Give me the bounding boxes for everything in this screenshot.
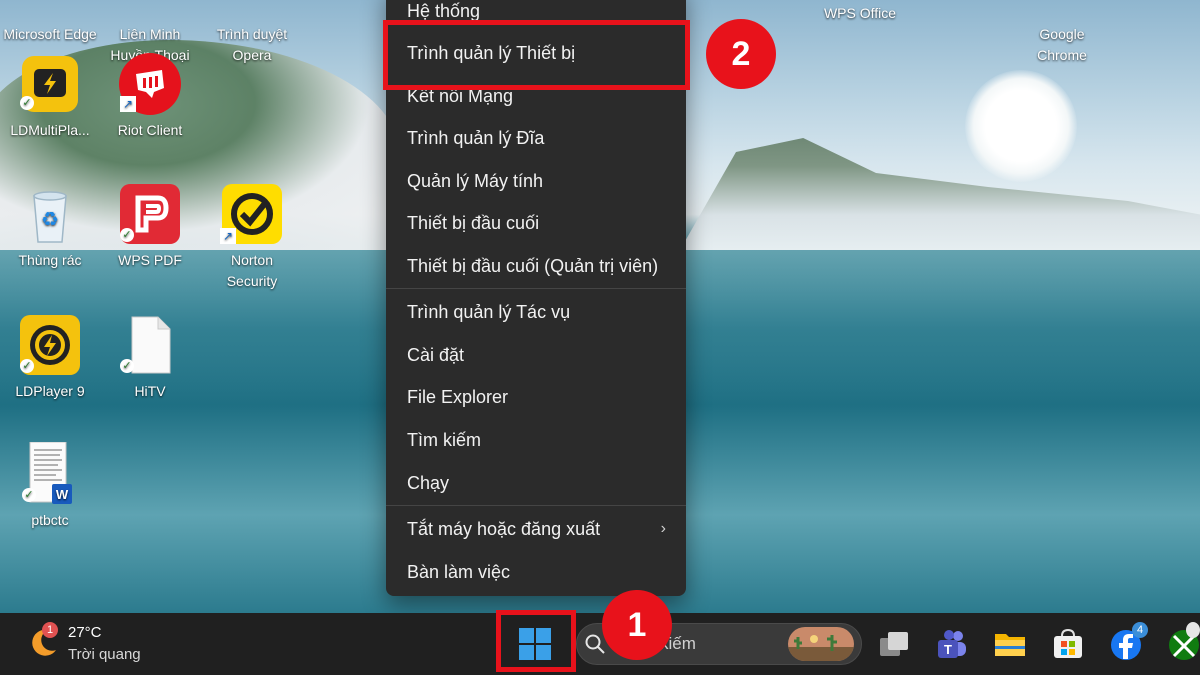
facebook-notification-badge: 4: [1132, 622, 1148, 638]
svg-text:W: W: [56, 487, 69, 502]
desktop-icon-label: LDMultiPla...: [10, 122, 90, 138]
weather-temperature[interactable]: 27°C: [68, 624, 102, 641]
menu-item-terminal-admin[interactable]: Thiết bị đầu cuối (Quản trị viên): [386, 246, 686, 286]
menu-separator: [386, 505, 686, 506]
opera-icon: [220, 0, 284, 20]
menu-item-label: Thiết bị đầu cuối (Quản trị viên): [407, 256, 659, 276]
highlight-start-button: [496, 610, 576, 672]
riot-client-icon: ↗: [118, 52, 182, 116]
sync-check-icon: ✓: [120, 228, 134, 242]
desktop-icon-label: HiTV: [134, 383, 166, 399]
menu-item-task-manager[interactable]: Trình quản lý Tác vụ: [386, 292, 686, 332]
desktop-icon-label: Microsoft Edge: [3, 26, 97, 42]
desktop-icon-label: Trình duyệt Opera: [216, 26, 288, 63]
desktop-icon-label: WPS Office: [823, 5, 897, 21]
sync-check-icon: ✓: [20, 359, 34, 373]
menu-item-label: Hệ thống: [407, 1, 481, 21]
weather-description[interactable]: Trời quang: [68, 646, 141, 663]
desktop-icon-label: ptbctc: [31, 512, 69, 528]
xbox-notification-badge: [1186, 622, 1200, 638]
desktop-icon-chrome[interactable]: Google Chrome: [1012, 0, 1112, 66]
lol-icon: [118, 0, 182, 20]
highlight-device-manager: [383, 20, 690, 90]
menu-separator: [386, 288, 686, 289]
menu-item-label: Bàn làm việc: [407, 562, 511, 582]
recycle-bin-icon: ♻: [18, 182, 82, 246]
menu-item-file-explorer[interactable]: File Explorer: [386, 377, 686, 417]
chevron-right-icon: ›: [660, 520, 666, 537]
menu-item-label: File Explorer: [407, 387, 509, 407]
svg-text:♻: ♻: [41, 207, 59, 231]
sync-check-icon: ✓: [20, 96, 34, 110]
shortcut-arrow-icon: ↗: [220, 228, 236, 244]
folder-icon: [995, 634, 1025, 656]
taskbar-xbox[interactable]: [1166, 622, 1200, 662]
word-document-icon: W ✓: [18, 441, 82, 506]
menu-item-computer-management[interactable]: Quản lý Máy tính: [386, 161, 686, 201]
taskbar-microsoft-store[interactable]: [1050, 626, 1086, 662]
menu-item-label: Quản lý Máy tính: [407, 171, 544, 191]
menu-item-label: Cài đặt: [407, 345, 465, 365]
menu-item-label: Trình quản lý Đĩa: [407, 128, 545, 148]
wps-pdf-icon: ✓: [118, 182, 182, 246]
desktop-icon-riot-client[interactable]: ↗ Riot Client: [100, 52, 200, 141]
file-icon: ✓: [118, 313, 182, 377]
task-view-icon: [880, 632, 908, 656]
chrome-icon: [1030, 0, 1094, 20]
svg-text:T: T: [944, 642, 952, 657]
ldplayer-icon: ✓: [18, 313, 82, 377]
weather-alert-badge: 1: [42, 622, 58, 638]
desktop-icon-norton[interactable]: ↗ Norton Security: [202, 182, 302, 292]
taskbar-task-view[interactable]: [876, 626, 912, 662]
menu-item-run[interactable]: Chạy: [386, 463, 686, 503]
desktop-icon-label: Google Chrome: [1037, 26, 1087, 63]
desktop-icon-label: LDPlayer 9: [15, 383, 85, 399]
store-icon: [1054, 628, 1082, 658]
menu-item-label: Trình quản lý Tác vụ: [407, 302, 571, 322]
taskbar-teams[interactable]: T: [934, 626, 970, 662]
menu-item-desktop[interactable]: Bàn làm việc: [386, 552, 686, 592]
taskbar-file-explorer[interactable]: [992, 626, 1028, 662]
taskbar-facebook[interactable]: 4: [1108, 622, 1148, 662]
desktop-icon-opera[interactable]: Trình duyệt Opera: [202, 0, 302, 66]
shortcut-arrow-icon: ↗: [120, 96, 136, 112]
menu-item-label: Thiết bị đầu cuối: [407, 213, 540, 233]
desktop-icon-ldplayer[interactable]: ✓ LDPlayer 9: [0, 313, 100, 402]
desktop-icon-label: Riot Client: [117, 122, 183, 138]
desktop-icon-label: WPS PDF: [118, 252, 182, 268]
sync-check-icon: ✓: [120, 359, 134, 373]
menu-item-search[interactable]: Tìm kiếm: [386, 420, 686, 460]
menu-item-settings[interactable]: Cài đặt: [386, 335, 686, 375]
menu-item-label: Tắt máy hoặc đăng xuất: [407, 519, 601, 539]
wallpaper-sun: [965, 70, 1077, 182]
edge-icon: [18, 0, 82, 20]
desktop-icon-edge[interactable]: Microsoft Edge: [0, 0, 100, 45]
desktop-icon-ldmultiplayer[interactable]: ✓ LDMultiPla...: [0, 52, 100, 141]
menu-item-terminal[interactable]: Thiết bị đầu cuối: [386, 203, 686, 243]
desktop-icon-recycle-bin[interactable]: ♻ Thùng rác: [0, 182, 100, 271]
teams-icon: T: [938, 630, 966, 658]
weather-widget-icon[interactable]: 1: [26, 622, 60, 658]
ldmultiplayer-icon: ✓: [18, 52, 82, 116]
menu-item-disk-management[interactable]: Trình quản lý Đĩa: [386, 118, 686, 158]
menu-item-label: Chạy: [407, 473, 450, 493]
search-highlight-image: [788, 627, 854, 661]
desktop-icon-wps-pdf[interactable]: ✓ WPS PDF: [100, 182, 200, 271]
step-badge-1: 1: [602, 590, 672, 660]
step-badge-2: 2: [706, 19, 776, 89]
norton-icon: ↗: [220, 182, 284, 246]
wallpaper-hill-right: [680, 138, 1200, 250]
search-icon: [584, 633, 606, 655]
desktop-icon-wps-office[interactable]: WPS Office: [810, 0, 910, 24]
menu-item-label: Tìm kiếm: [407, 430, 481, 450]
desktop-icon-hitv[interactable]: ✓ HiTV: [100, 313, 200, 402]
desktop-icon-label: Thùng rác: [18, 252, 82, 268]
menu-item-shutdown-signout[interactable]: Tắt máy hoặc đăng xuất ›: [386, 509, 686, 549]
sync-check-icon: ✓: [22, 488, 36, 502]
desktop-icon-label: Norton Security: [226, 252, 278, 289]
desktop-icon-ptbctc[interactable]: W ✓ ptbctc: [0, 441, 100, 531]
